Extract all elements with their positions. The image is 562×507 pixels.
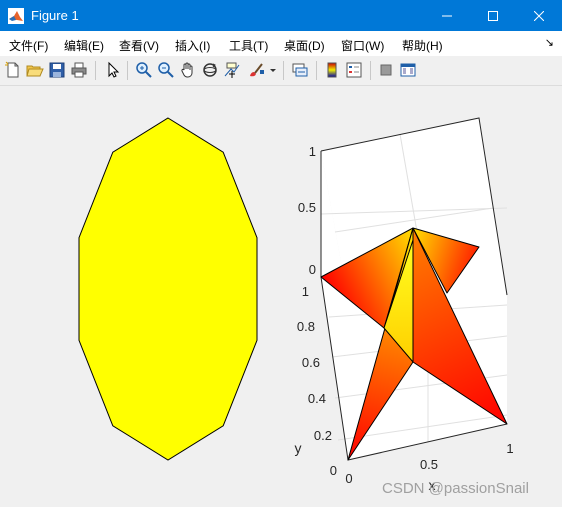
print-icon[interactable] [70,61,88,79]
menu-tools[interactable]: 工具(T) [229,37,268,54]
hide-plot-tools-icon[interactable] [377,61,395,79]
data-cursor-icon[interactable] [223,61,241,79]
toolbar-separator [127,61,128,80]
rotate-3d-icon[interactable] [201,61,219,79]
x-tick-label: 1 [506,441,513,456]
menu-bar: 文件(F) 编辑(E) 查看(V) 插入(I) 工具(T) 桌面(D) 窗口(W… [0,31,562,56]
toolbar-separator [95,61,96,80]
menu-desktop[interactable]: 桌面(D) [284,37,325,54]
window-title: Figure 1 [31,8,79,23]
new-figure-icon[interactable] [4,61,22,79]
maximize-button[interactable] [470,0,516,31]
toolbar-separator [316,61,317,80]
title-bar: Figure 1 [0,0,562,31]
z-tick-label: 1 [309,144,316,159]
y-tick-label: 0.8 [297,319,315,334]
toolbar-separator [370,61,371,80]
pan-icon[interactable] [179,61,197,79]
z-tick-label: 0.5 [298,200,316,215]
close-button[interactable] [516,0,562,31]
menu-file[interactable]: 文件(F) [9,37,48,54]
y-axis-label: y [295,440,302,456]
yellow-decagon [78,117,258,461]
x-tick-label: 0 [345,471,352,486]
menu-window[interactable]: 窗口(W) [341,37,384,54]
menu-edit[interactable]: 编辑(E) [64,37,104,54]
y-tick-label: 0 [330,463,337,478]
y-tick-label: 0.2 [314,428,332,443]
open-file-icon[interactable] [26,61,44,79]
x-tick-label: 0.5 [420,457,438,472]
show-plot-tools-icon[interactable] [399,61,417,79]
minimize-button[interactable] [424,0,470,31]
menu-insert[interactable]: 插入(I) [175,37,210,54]
figure-canvas[interactable]: 1 0.5 0 1 0.8 0.6 0.4 0.2 0 y 0 0.5 1 x [0,86,562,507]
y-tick-label: 0.6 [302,355,320,370]
y-tick-label: 0.4 [308,391,326,406]
colorbar-icon[interactable] [323,61,341,79]
brush-icon[interactable] [247,61,265,79]
save-icon[interactable] [48,61,66,79]
y-tick-label: 1 [302,284,309,299]
figure-window: Figure 1 文件(F) 编辑(E) 查看(V) 插入(I) 工具(T) 桌… [0,0,562,507]
pointer-icon[interactable] [104,61,122,79]
menu-help[interactable]: 帮助(H) [402,37,443,54]
zoom-in-icon[interactable] [135,61,153,79]
watermark: CSDN @passionSnail [382,480,529,497]
figure-toolbar [0,56,562,86]
chevron-down-icon[interactable] [268,61,278,79]
toolbar-separator [283,61,284,80]
menu-view[interactable]: 查看(V) [119,37,159,54]
z-tick-label: 0 [309,262,316,277]
zoom-out-icon[interactable] [157,61,175,79]
link-plot-icon[interactable] [291,61,309,79]
matlab-logo-icon [8,8,24,24]
menu-overflow-icon[interactable]: ↘ [545,36,554,49]
legend-icon[interactable] [345,61,363,79]
